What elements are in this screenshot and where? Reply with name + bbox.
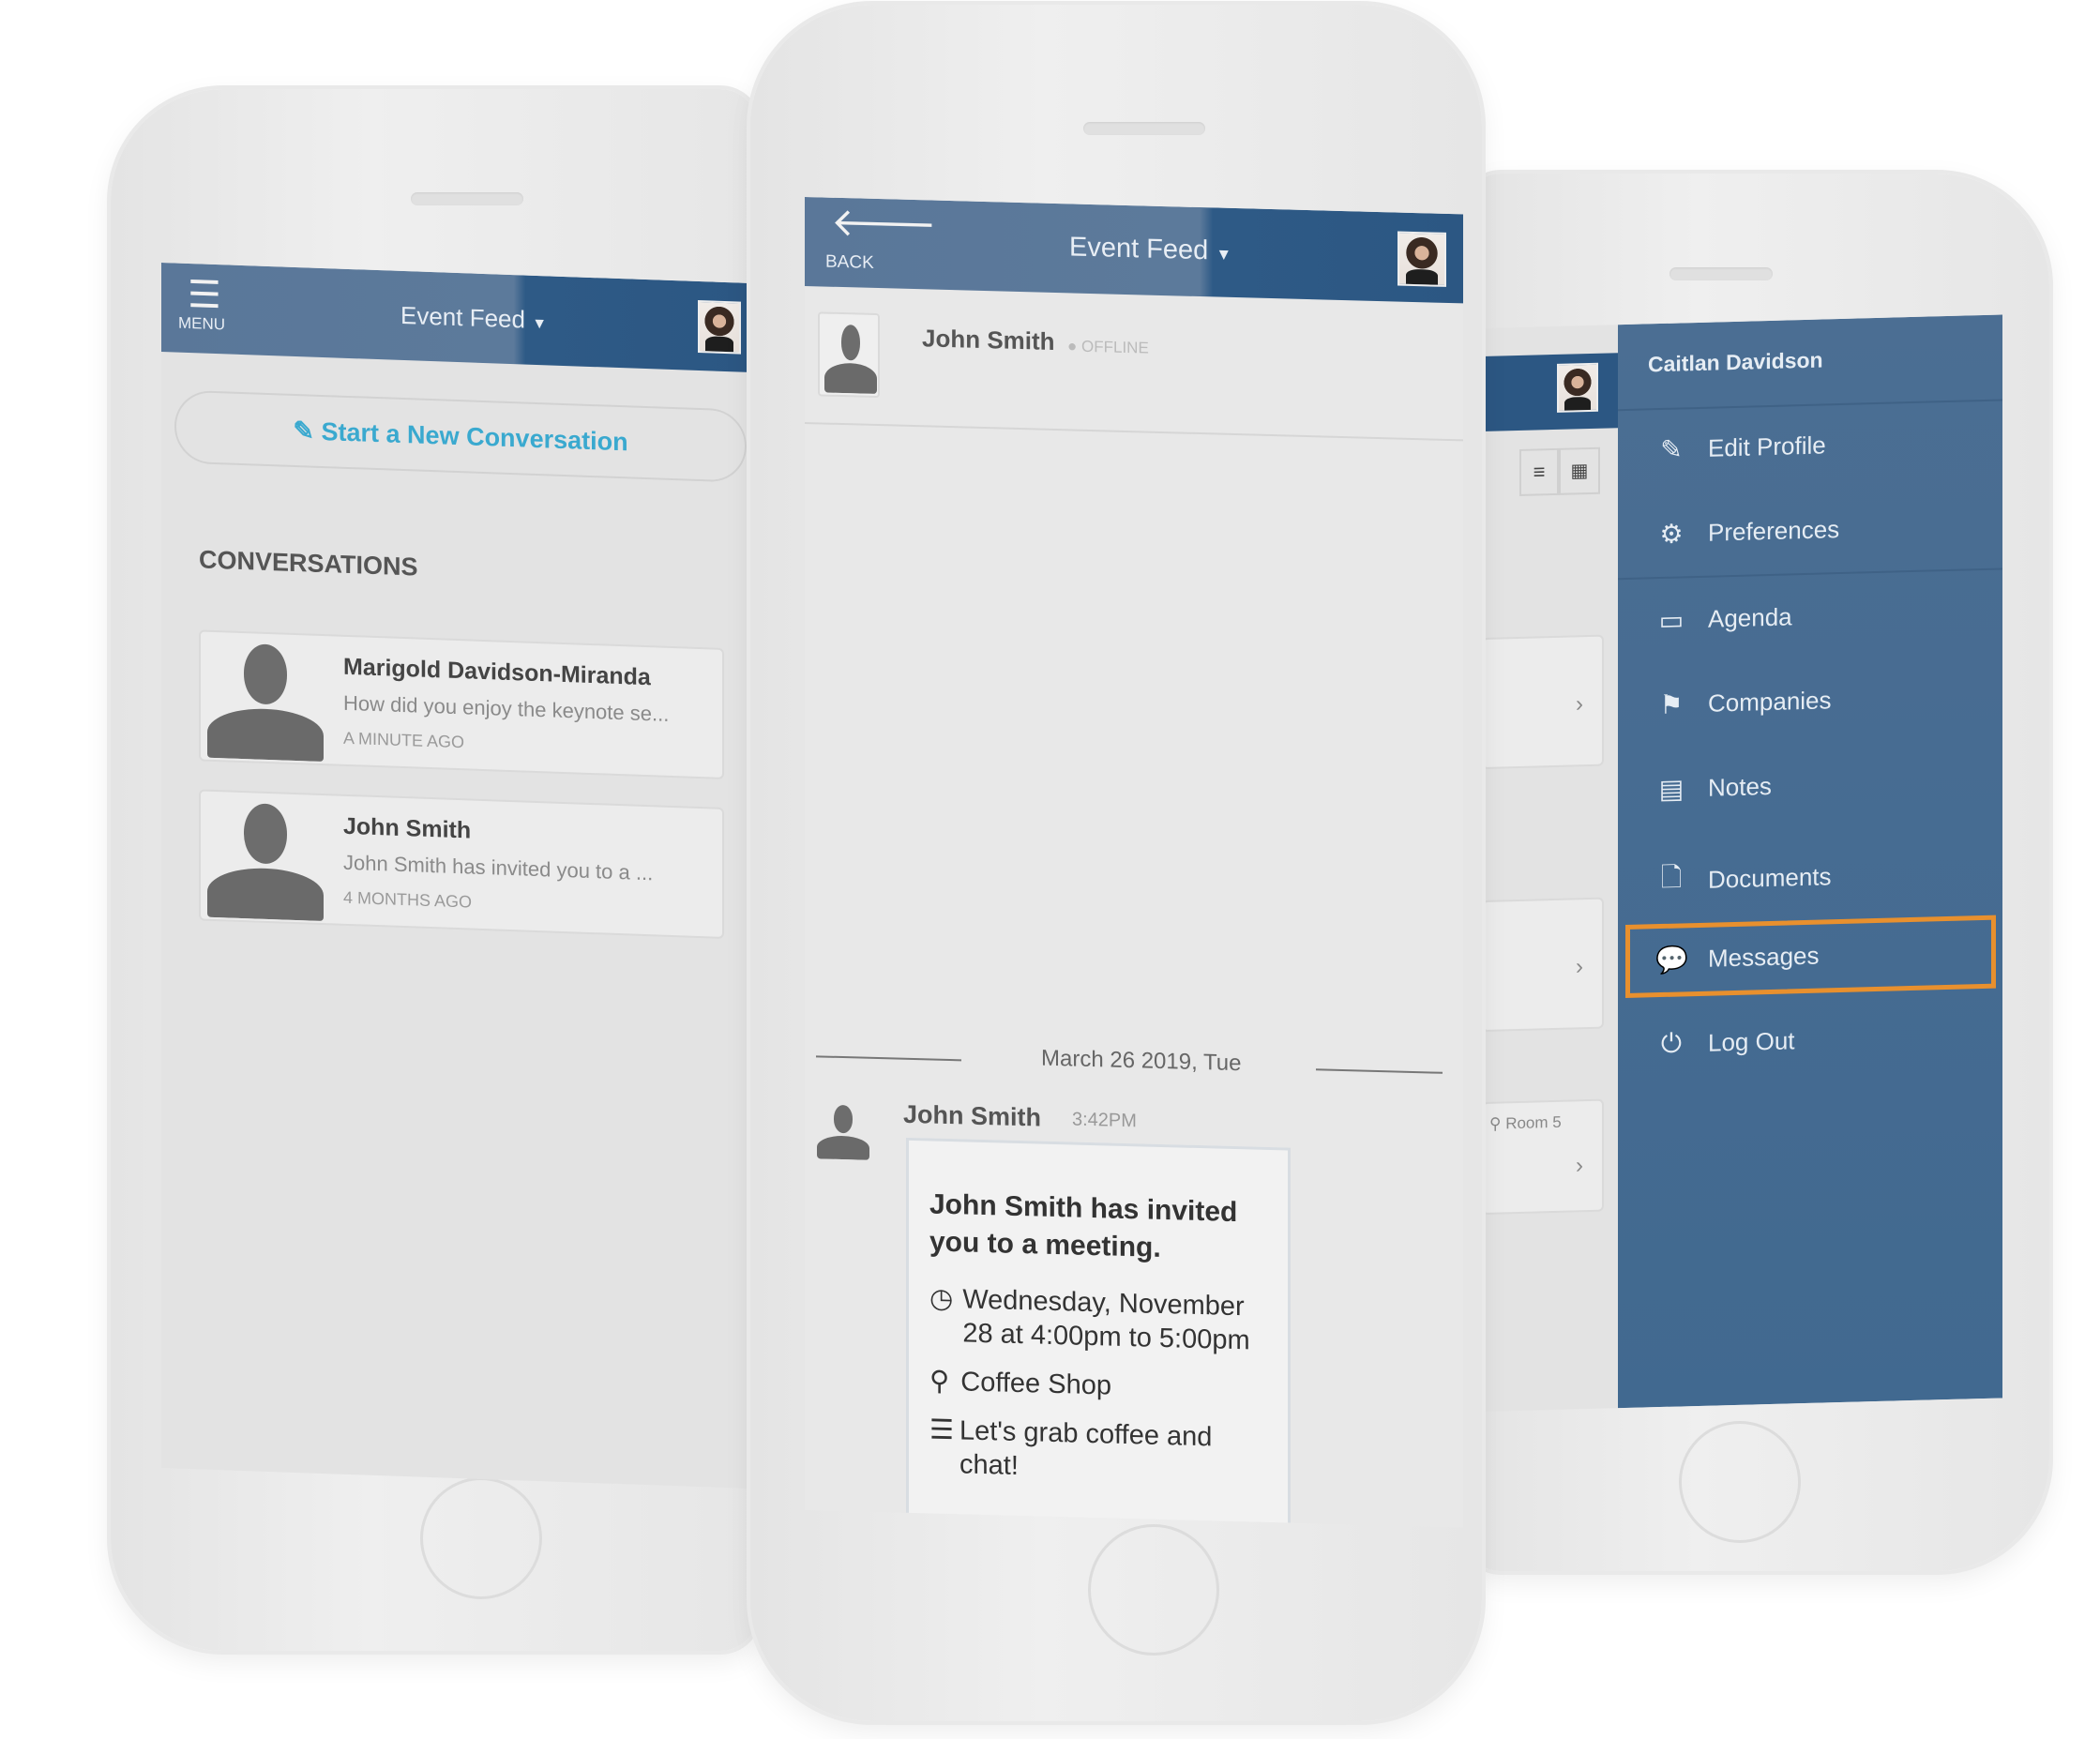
meeting-invite-card[interactable]: John Smith has invited you to a meeting.… xyxy=(906,1137,1291,1528)
caret-down-icon: ▼ xyxy=(532,315,548,333)
home-button[interactable] xyxy=(420,1477,542,1599)
conversation-name: Marigold Davidson-Miranda xyxy=(343,653,651,691)
menu-label[interactable]: MENU xyxy=(178,314,225,335)
menu-item-companies[interactable]: ⚑ Companies xyxy=(1655,685,1831,720)
speaker xyxy=(1083,122,1205,135)
contact-name: John Smith xyxy=(922,324,1055,355)
map-pin-icon: ⚲ xyxy=(1489,1114,1502,1133)
clock-icon: ◷ xyxy=(929,1283,954,1315)
power-icon: ⏻ xyxy=(1660,1028,1683,1059)
contact-status: ● OFFLINE xyxy=(1067,337,1149,357)
conversation-preview: John Smith has invited you to a ... xyxy=(343,850,654,885)
edit-icon: ✎ xyxy=(1660,434,1683,465)
center-phone-screen: 🡐 BACK Event Feed ▼ John Smith ● OFFLINE… xyxy=(805,197,1463,1528)
user-avatar[interactable] xyxy=(1557,362,1598,413)
contact-avatar[interactable] xyxy=(818,311,880,399)
home-button[interactable] xyxy=(1088,1524,1219,1656)
calendar-icon: ▭ xyxy=(1658,605,1685,636)
date-divider: March 26 2019, Tue xyxy=(1041,1045,1242,1077)
conversation-preview: How did you enjoy the keynote se... xyxy=(343,690,670,726)
menu-item-preferences[interactable]: ⚙ Preferences xyxy=(1655,514,1839,550)
menu-item-documents[interactable]: 🗋 Documents xyxy=(1655,854,1832,903)
background-header xyxy=(1482,353,1623,431)
conversation-time: A MINUTE AGO xyxy=(343,728,465,752)
left-phone-screen: ☰ MENU Event Feed ▼ ✎ Start a New Conver… xyxy=(161,263,748,1489)
divider xyxy=(1618,399,2002,412)
chat-bubble-icon: 💬 xyxy=(1655,945,1688,975)
caret-down-icon: ▼ xyxy=(1216,245,1232,264)
event-feed-dropdown[interactable]: Event Feed ▼ xyxy=(400,301,547,335)
date-divider-line xyxy=(816,1055,961,1062)
side-drawer: Caitlan Davidson ✎ Edit Profile ⚙ Preferen… xyxy=(1618,314,2002,1409)
chevron-right-icon: › xyxy=(1576,1153,1583,1179)
list-card[interactable]: › xyxy=(1482,634,1604,769)
room-label: ⚲ Room 5 xyxy=(1489,1112,1562,1133)
header-title: Event Feed xyxy=(400,300,525,334)
invite-title: John Smith has invited you to a meeting. xyxy=(929,1188,1238,1263)
chevron-right-icon: › xyxy=(1576,954,1583,980)
right-phone-screen: ≡ ▦ › › ⚲ Room 5 › Caitlan Davidson ✎ Edi… xyxy=(1482,314,2002,1413)
menu-item-edit-profile[interactable]: ✎ Edit Profile xyxy=(1655,430,1825,465)
grid-view-toggle[interactable]: ▦ xyxy=(1559,446,1600,495)
home-button[interactable] xyxy=(1679,1421,1801,1543)
map-pin-icon: ⚲ xyxy=(929,1366,950,1398)
conversation-time: 4 MONTHS AGO xyxy=(343,887,473,912)
list-icon: ☰ xyxy=(929,1414,954,1446)
speaker xyxy=(1669,267,1773,280)
conversation-name: John Smith xyxy=(343,812,472,844)
drawer-user-name: Caitlan Davidson xyxy=(1648,347,1823,377)
header-title: Event Feed xyxy=(1069,232,1209,266)
avatar-placeholder xyxy=(823,322,878,395)
sender-name: John Smith xyxy=(903,1099,1041,1132)
date-divider-line xyxy=(1316,1068,1443,1074)
menu-icon[interactable]: ☰ xyxy=(188,273,221,317)
menu-item-notes[interactable]: ▤ Notes xyxy=(1655,771,1772,805)
flag-icon: ⚑ xyxy=(1659,689,1684,720)
list-view-toggle[interactable]: ≡ xyxy=(1519,447,1559,496)
divider xyxy=(805,422,1463,442)
menu-item-messages[interactable]: 💬 Messages xyxy=(1655,941,1820,976)
list-card[interactable]: ⚲ Room 5 › xyxy=(1482,1098,1604,1215)
event-feed-dropdown[interactable]: Event Feed ▼ xyxy=(1069,232,1231,267)
list-card[interactable]: › xyxy=(1482,897,1604,1032)
menu-item-agenda[interactable]: ▭ Agenda xyxy=(1655,601,1792,636)
avatar-placeholder xyxy=(204,797,326,922)
user-avatar[interactable] xyxy=(1397,231,1446,287)
back-label[interactable]: BACK xyxy=(825,252,874,274)
conversation-item[interactable]: John Smith John Smith has invited you to… xyxy=(199,789,724,939)
invite-when: ◷ Wednesday, November 28 at 4:00pm to 5:0… xyxy=(929,1283,1250,1356)
invite-note: ☰ Let's grab coffee and chat! xyxy=(929,1414,1213,1481)
note-icon: ▤ xyxy=(1658,774,1685,805)
gear-icon: ⚙ xyxy=(1659,519,1684,550)
menu-item-log-out[interactable]: ⏻ Log Out xyxy=(1655,1025,1795,1060)
chevron-right-icon: › xyxy=(1576,691,1583,718)
avatar-placeholder xyxy=(204,638,326,763)
speaker xyxy=(411,192,523,205)
app-header: 🡐 BACK Event Feed ▼ xyxy=(805,197,1463,304)
status-dot-icon: ● xyxy=(1067,337,1078,355)
edit-icon: ✎ xyxy=(293,416,322,446)
start-new-conversation-button[interactable]: ✎ Start a New Conversation xyxy=(174,389,747,483)
document-icon: 🗋 xyxy=(1660,862,1683,893)
back-arrow-icon[interactable]: 🡐 xyxy=(831,198,937,249)
user-avatar[interactable] xyxy=(698,299,741,355)
section-title: CONVERSATIONS xyxy=(199,545,418,582)
invite-where: ⚲ Coffee Shop xyxy=(929,1366,1111,1401)
sender-avatar xyxy=(816,1102,870,1160)
message-time: 3:42PM xyxy=(1072,1109,1137,1132)
conversation-item[interactable]: Marigold Davidson-Miranda How did you en… xyxy=(199,629,724,779)
divider xyxy=(1618,567,2002,581)
